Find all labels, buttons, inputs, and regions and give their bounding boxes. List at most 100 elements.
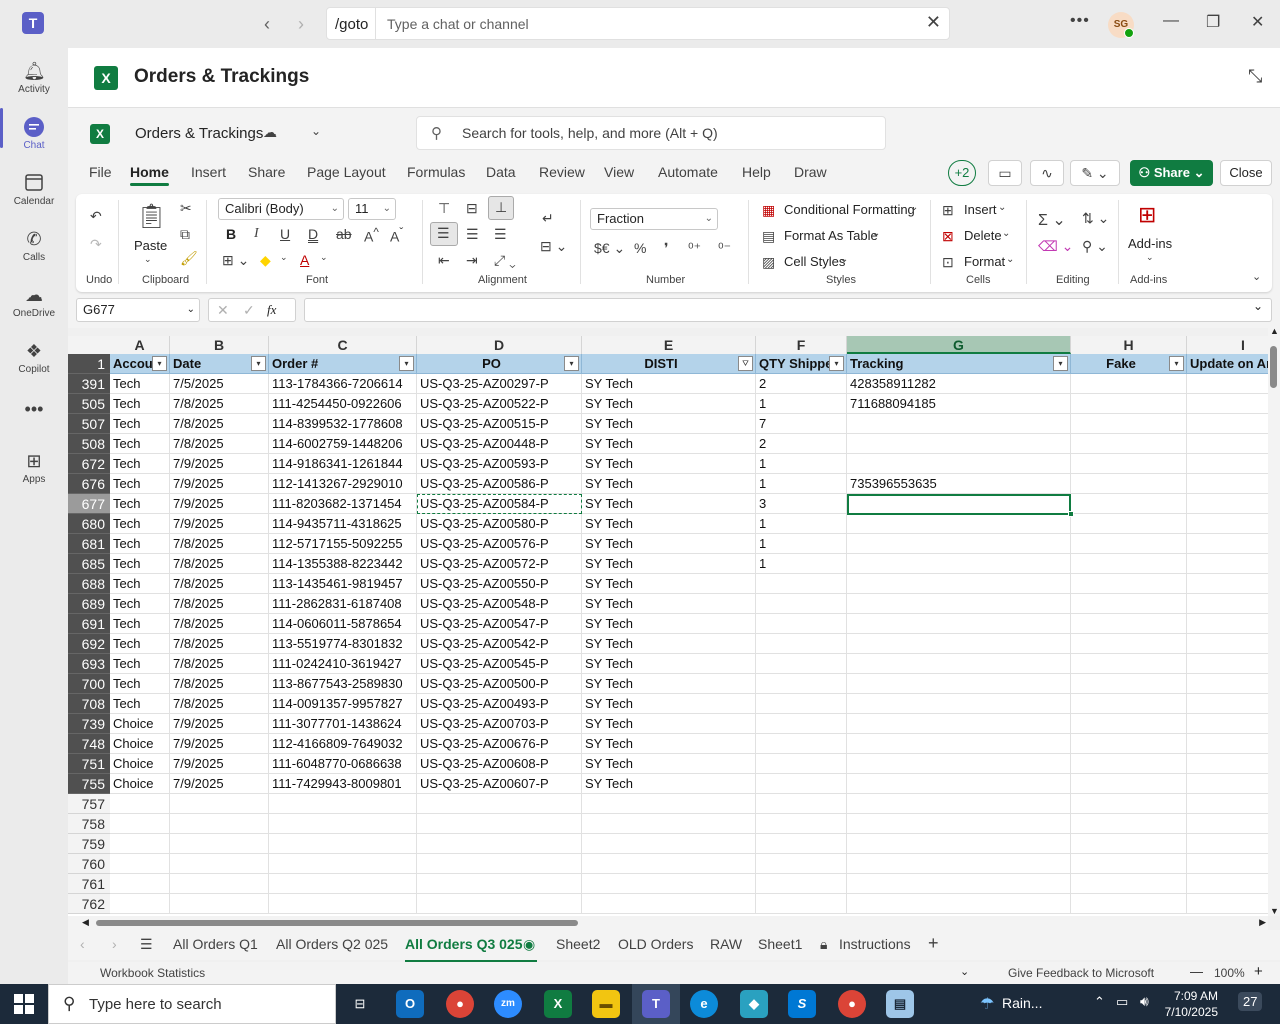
- sheet-tab-active[interactable]: All Orders Q3 025: [405, 936, 523, 952]
- cell-a[interactable]: Choice: [110, 714, 170, 734]
- cell-b[interactable]: 7/8/2025: [170, 574, 269, 594]
- row-header[interactable]: 751: [68, 754, 110, 774]
- cell-g[interactable]: [847, 674, 1071, 694]
- cell-h[interactable]: [1071, 654, 1187, 674]
- cell-b[interactable]: 7/9/2025: [170, 474, 269, 494]
- add-sheet-icon[interactable]: +: [928, 933, 939, 954]
- row-header[interactable]: 708: [68, 694, 110, 714]
- taskbar-clock[interactable]: 7:09 AM 7/10/2025: [1138, 988, 1218, 1020]
- ribbon-expand-icon[interactable]: ⌄: [1252, 270, 1261, 283]
- cell-d[interactable]: US-Q3-25-AZ00515-P: [417, 414, 582, 434]
- cell-h[interactable]: [1071, 894, 1187, 914]
- cell-i[interactable]: [1187, 634, 1280, 654]
- cell-b[interactable]: 7/9/2025: [170, 714, 269, 734]
- cell-b[interactable]: 7/9/2025: [170, 454, 269, 474]
- chevron-down-icon[interactable]: ⌄: [311, 124, 321, 138]
- cell-g[interactable]: [847, 434, 1071, 454]
- table-header-cell[interactable]: Order #: [269, 354, 417, 374]
- row-header[interactable]: 507: [68, 414, 110, 434]
- cell-a[interactable]: Choice: [110, 754, 170, 774]
- rail-item-copilot[interactable]: ❖ Copilot: [0, 334, 68, 386]
- cell-g[interactable]: [847, 574, 1071, 594]
- row-header[interactable]: 700: [68, 674, 110, 694]
- sheet-tab[interactable]: RAW: [710, 936, 742, 952]
- cell-a[interactable]: Tech: [110, 574, 170, 594]
- cell-d[interactable]: [417, 814, 582, 834]
- cell-d[interactable]: US-Q3-25-AZ00576-P: [417, 534, 582, 554]
- cell-e[interactable]: [582, 894, 756, 914]
- row-header[interactable]: 692: [68, 634, 110, 654]
- cell-f[interactable]: [756, 574, 847, 594]
- zoom-in-icon[interactable]: +: [1254, 963, 1263, 980]
- cell-a[interactable]: [110, 874, 170, 894]
- cell-e[interactable]: SY Tech: [582, 614, 756, 634]
- spreadsheet-grid[interactable]: ABCDEFGHI 1 Accou ▾ Date ▾ Order # ▾ PO ▾ DISTI ⛛…: [68, 336, 1280, 916]
- fill-handle[interactable]: [1068, 511, 1074, 517]
- cell-i[interactable]: [1187, 594, 1280, 614]
- task-view-icon[interactable]: ⊟: [346, 990, 374, 1018]
- undo-icon[interactable]: ↶: [90, 208, 102, 225]
- cell-a[interactable]: [110, 814, 170, 834]
- cell-b[interactable]: 7/9/2025: [170, 734, 269, 754]
- sheet-tab[interactable]: All Orders Q1: [173, 936, 258, 952]
- cell-g[interactable]: 735396553635: [847, 474, 1071, 494]
- tab-file[interactable]: File: [89, 164, 112, 180]
- cell-e[interactable]: SY Tech: [582, 774, 756, 794]
- rail-item-chat[interactable]: Chat: [0, 110, 68, 162]
- cell-f[interactable]: 3: [756, 494, 847, 514]
- cell-f[interactable]: 1: [756, 514, 847, 534]
- outlook-icon[interactable]: O: [396, 990, 424, 1018]
- chevron-down-icon[interactable]: ⌄: [1002, 228, 1010, 239]
- teams-logo-icon[interactable]: T: [22, 12, 44, 34]
- cell-b[interactable]: 7/9/2025: [170, 774, 269, 794]
- cell-g[interactable]: [847, 654, 1071, 674]
- fill-color-icon[interactable]: ◆: [260, 252, 271, 269]
- number-format-select[interactable]: Fraction ⌄: [590, 208, 718, 230]
- cell-b[interactable]: [170, 834, 269, 854]
- font-size-select[interactable]: 11 ⌄: [348, 198, 396, 220]
- autosum-icon[interactable]: Σ ⌄: [1038, 210, 1066, 230]
- cell-c[interactable]: 114-0091357-9957827: [269, 694, 417, 714]
- cell-b[interactable]: 7/8/2025: [170, 694, 269, 714]
- row-header[interactable]: 748: [68, 734, 110, 754]
- filter-dropdown-icon[interactable]: ▾: [152, 356, 167, 371]
- align-right-icon[interactable]: ☰: [494, 226, 507, 243]
- chrome-profile-icon[interactable]: ●: [838, 990, 866, 1018]
- cut-icon[interactable]: ✂: [180, 200, 192, 217]
- cell-g[interactable]: 428358911282: [847, 374, 1071, 394]
- tab-share[interactable]: Share: [248, 164, 285, 180]
- cell-c[interactable]: [269, 814, 417, 834]
- cell-b[interactable]: 7/5/2025: [170, 374, 269, 394]
- cell-f[interactable]: 1: [756, 554, 847, 574]
- next-sheet-icon[interactable]: ›: [112, 936, 117, 952]
- sheet-tab[interactable]: OLD Orders: [618, 936, 693, 952]
- column-header-h[interactable]: H: [1071, 336, 1187, 354]
- cell-d[interactable]: US-Q3-25-AZ00608-P: [417, 754, 582, 774]
- cell-b[interactable]: [170, 894, 269, 914]
- table-header-cell[interactable]: Update on Ar: [1187, 354, 1280, 374]
- decrease-decimal-icon[interactable]: ⁰⁻: [718, 240, 731, 257]
- cell-d[interactable]: US-Q3-25-AZ00547-P: [417, 614, 582, 634]
- italic-icon[interactable]: I: [254, 226, 259, 242]
- borders-icon[interactable]: ⊞ ⌄: [222, 252, 249, 269]
- cell-c[interactable]: 114-9186341-1261844: [269, 454, 417, 474]
- row-header[interactable]: 762: [68, 894, 110, 914]
- cell-c[interactable]: 111-0242410-3619427: [269, 654, 417, 674]
- cell-i[interactable]: [1187, 374, 1280, 394]
- filter-dropdown-icon[interactable]: ▾: [829, 356, 844, 371]
- cell-a[interactable]: Tech: [110, 634, 170, 654]
- cell-a[interactable]: Tech: [110, 694, 170, 714]
- row-header[interactable]: 685: [68, 554, 110, 574]
- find-search-icon[interactable]: ⚲ ⌄: [1082, 238, 1108, 255]
- cell-a[interactable]: Choice: [110, 734, 170, 754]
- tab-home[interactable]: Home: [130, 164, 169, 180]
- column-header-d[interactable]: D: [417, 336, 582, 354]
- restore-icon[interactable]: ❐: [1206, 12, 1220, 32]
- cell-a[interactable]: [110, 854, 170, 874]
- cell-h[interactable]: [1071, 734, 1187, 754]
- align-top-icon[interactable]: ⊤: [438, 200, 450, 217]
- horizontal-scroll-thumb[interactable]: [96, 920, 578, 926]
- cell-h[interactable]: [1071, 374, 1187, 394]
- feedback-link[interactable]: Give Feedback to Microsoft: [1008, 966, 1154, 980]
- cell-e[interactable]: SY Tech: [582, 514, 756, 534]
